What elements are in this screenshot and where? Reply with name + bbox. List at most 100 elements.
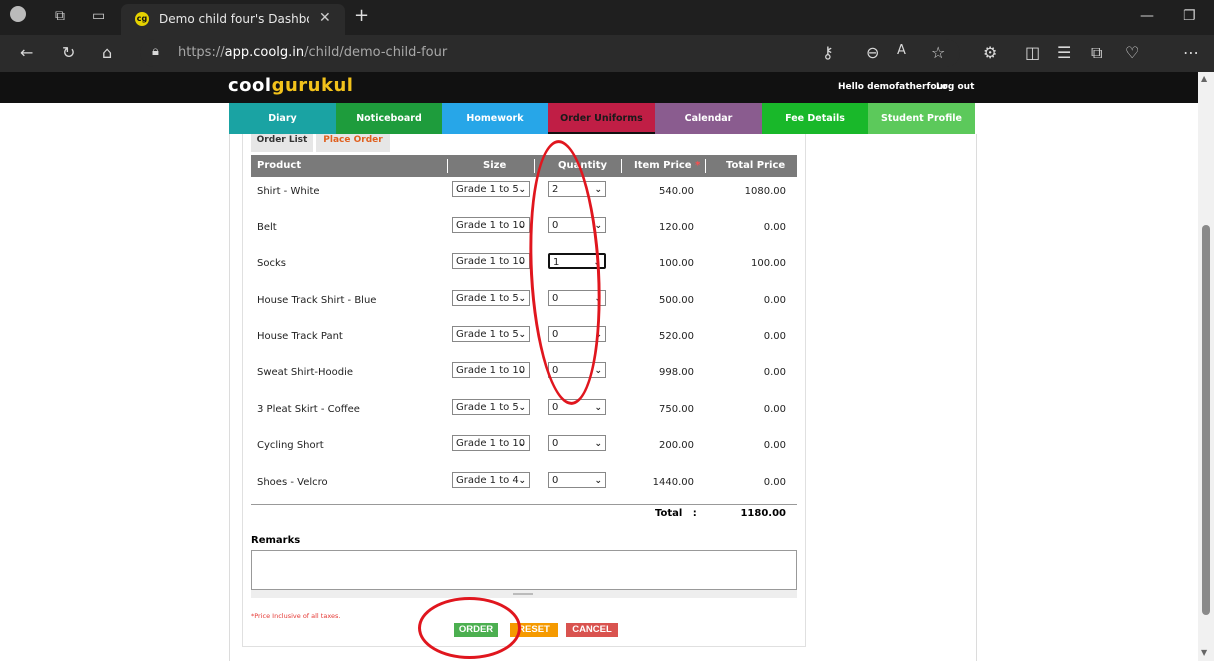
table-row: Sweat Shirt-Hoodie Grade 1 to 10 ⌄ 0 ⌄ 998.00… (251, 358, 797, 394)
remarks-textarea[interactable] (251, 550, 797, 590)
main-navigation: Diary Noticeboard Homework Order Uniform… (229, 103, 975, 134)
chevron-down-icon: ⌄ (518, 366, 526, 376)
browser-tab-active[interactable]: cg Demo child four's Dashboard | C ✕ (121, 4, 345, 35)
coolgurukul-logo[interactable]: coolgurukul (228, 75, 353, 96)
product-name: Shirt - White (257, 186, 320, 197)
address-bar[interactable]: 🔒︎ https://app.coolg.in/child/demo-child… (140, 39, 960, 67)
page-scrollbar[interactable]: ▲ ▼ (1198, 72, 1214, 661)
refresh-icon[interactable]: ↻ (62, 43, 75, 62)
product-name: Shoes - Velcro (257, 477, 328, 488)
size-value: Grade 1 to 5 (456, 293, 519, 304)
workspaces-icon[interactable]: ⧉ (55, 8, 65, 24)
nav-student-profile[interactable]: Student Profile (868, 103, 975, 134)
table-row: Socks Grade 1 to 10 ⌄ 1 ⌄ 100.00 100.00 (251, 249, 797, 285)
table-row: Shirt - White Grade 1 to 5 ⌄ 2 ⌄ 540.00 1080.0… (251, 177, 797, 213)
item-price: 750.00 (659, 404, 694, 415)
size-select[interactable]: Grade 1 to 10 ⌄ (452, 253, 530, 269)
item-price: 540.00 (659, 186, 694, 197)
table-row: Shoes - Velcro Grade 1 to 4 ⌄ 0 ⌄ 1440.00 0.00 (251, 468, 797, 504)
row-total-price: 0.00 (763, 440, 786, 451)
col-header-item-price: Item Price * (634, 160, 701, 171)
row-total-price: 0.00 (763, 222, 786, 233)
browser-tab-bar: ⧉ ▭ cg Demo child four's Dashboard | C ✕… (0, 0, 1214, 35)
site-header: coolgurukul Hello demofatherfour Log out (0, 72, 1198, 103)
tab-actions-icon[interactable]: ▭ (92, 8, 105, 24)
size-select[interactable]: Grade 1 to 5 ⌄ (452, 399, 530, 415)
chevron-down-icon: ⌄ (594, 439, 602, 449)
chevron-down-icon: ⌄ (518, 257, 526, 267)
close-tab-icon[interactable]: ✕ (319, 10, 331, 26)
row-total-price: 100.00 (751, 258, 786, 269)
scroll-down-arrow-icon[interactable]: ▼ (1201, 648, 1207, 657)
remarks-resize-bar[interactable] (251, 590, 797, 598)
size-value: Grade 1 to 4 (456, 475, 519, 486)
size-value: Grade 1 to 10 (456, 256, 526, 267)
scrollbar-thumb[interactable] (1202, 225, 1210, 615)
quantity-value: 0 (552, 475, 559, 486)
chevron-down-icon: ⌄ (594, 476, 602, 486)
url-text: https://app.coolg.in/child/demo-child-fo… (178, 45, 448, 60)
nav-noticeboard[interactable]: Noticeboard (336, 103, 442, 134)
read-aloud-icon[interactable]: A (897, 43, 906, 58)
nav-diary[interactable]: Diary (229, 103, 336, 134)
size-select[interactable]: Grade 1 to 10 ⌄ (452, 362, 530, 378)
more-menu-icon[interactable]: ⋯ (1183, 43, 1199, 62)
minimize-icon[interactable]: — (1140, 8, 1154, 24)
nav-calendar[interactable]: Calendar (655, 103, 762, 134)
new-tab-icon[interactable]: + (354, 5, 369, 26)
favorite-star-icon[interactable]: ☆ (931, 43, 945, 62)
nav-fee-details[interactable]: Fee Details (762, 103, 868, 134)
total-label: Total : (655, 508, 697, 519)
table-row: Belt Grade 1 to 10 ⌄ 0 ⌄ 120.00 0.00 (251, 213, 797, 249)
size-value: Grade 1 to 10 (456, 220, 526, 231)
row-total-price: 0.00 (763, 367, 786, 378)
chevron-down-icon: ⌄ (518, 439, 526, 449)
permissions-icon[interactable]: ⚷ (822, 43, 834, 62)
item-price: 120.00 (659, 222, 694, 233)
home-icon[interactable]: ⌂ (102, 43, 112, 62)
lock-icon[interactable]: 🔒︎ (152, 44, 159, 59)
col-header-product: Product (257, 160, 302, 171)
col-header-total-price: Total Price (726, 160, 786, 171)
product-name: 3 Pleat Skirt - Coffee (257, 404, 360, 415)
size-select[interactable]: Grade 1 to 5 ⌄ (452, 326, 530, 342)
greeting-text: Hello demofatherfour (838, 82, 948, 92)
extensions-icon[interactable]: ⚙ (983, 43, 997, 62)
product-name: Belt (257, 222, 277, 233)
table-row: House Track Shirt - Blue Grade 1 to 5 ⌄ 0 ⌄ 5… (251, 286, 797, 322)
size-select[interactable]: Grade 1 to 4 ⌄ (452, 472, 530, 488)
size-value: Grade 1 to 10 (456, 365, 526, 376)
quantity-value: 0 (552, 438, 559, 449)
size-select[interactable]: Grade 1 to 5 ⌄ (452, 290, 530, 306)
nav-order-uniforms[interactable]: Order Uniforms (548, 103, 655, 134)
scroll-up-arrow-icon[interactable]: ▲ (1201, 74, 1207, 83)
chevron-down-icon: ⌄ (518, 185, 526, 195)
zoom-icon[interactable]: ⊖ (866, 43, 879, 62)
quantity-select[interactable]: 0 ⌄ (548, 472, 606, 488)
chevron-down-icon: ⌄ (518, 476, 526, 486)
row-total-price: 0.00 (763, 477, 786, 488)
quantity-select[interactable]: 0 ⌄ (548, 435, 606, 451)
remarks-label: Remarks (251, 535, 301, 546)
product-name: Sweat Shirt-Hoodie (257, 367, 354, 378)
cancel-button[interactable]: CANCEL (566, 623, 618, 637)
nav-homework[interactable]: Homework (442, 103, 548, 134)
logout-link[interactable]: Log out (936, 82, 974, 92)
size-select[interactable]: Grade 1 to 10 ⌄ (452, 435, 530, 451)
table-row: House Track Pant Grade 1 to 5 ⌄ 0 ⌄ 520.00 0.0… (251, 322, 797, 358)
profile-avatar-icon[interactable] (10, 6, 26, 22)
size-select[interactable]: Grade 1 to 10 ⌄ (452, 217, 530, 233)
split-screen-icon[interactable]: ◫ (1025, 43, 1040, 62)
col-header-size: Size (483, 160, 507, 171)
collections-icon[interactable]: ⧉ (1091, 43, 1102, 63)
quantity-value: 0 (552, 402, 559, 413)
restore-icon[interactable]: ❐ (1183, 8, 1196, 24)
size-select[interactable]: Grade 1 to 5 ⌄ (452, 181, 530, 197)
tab-order-list[interactable]: Order List (251, 134, 313, 152)
browser-essentials-icon[interactable]: ♡ (1125, 43, 1139, 62)
back-icon[interactable]: ← (20, 43, 33, 62)
row-total-price: 0.00 (763, 331, 786, 342)
item-price: 520.00 (659, 331, 694, 342)
tab-place-order[interactable]: Place Order (316, 134, 390, 152)
favorites-icon[interactable]: ☰ (1057, 43, 1071, 62)
